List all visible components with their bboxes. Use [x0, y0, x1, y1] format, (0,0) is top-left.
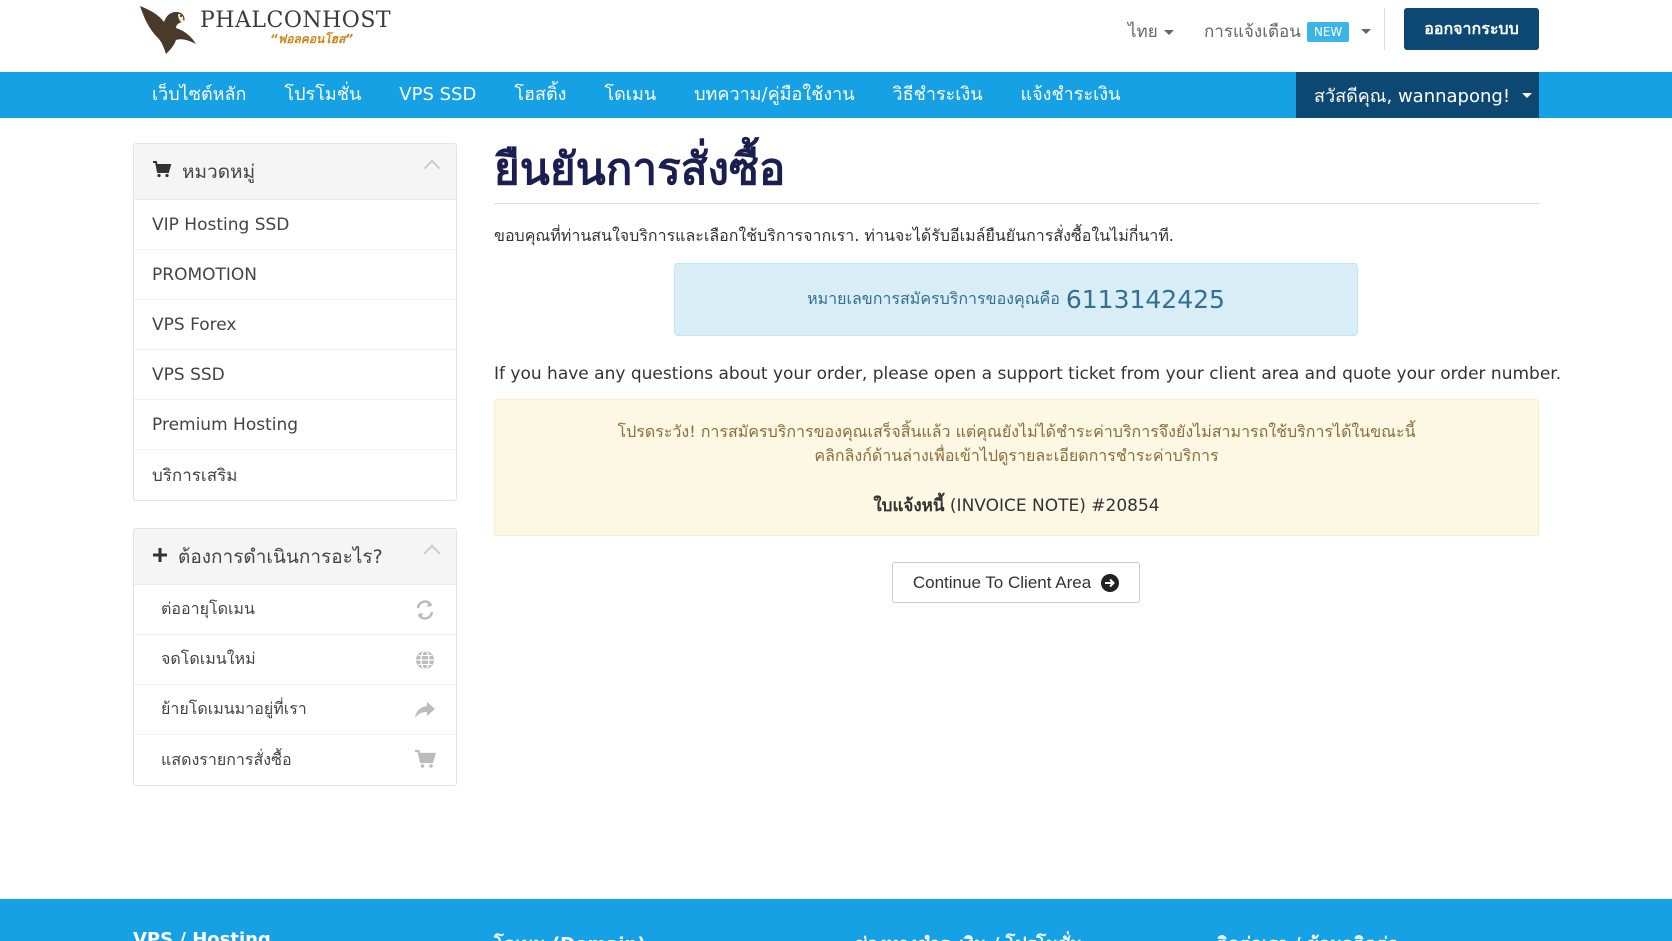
order-number: 6113142425 [1065, 285, 1225, 314]
warning-line-2: คลิกลิงก์ด้านล่างเพื่อเข้าไปดูรายละเอียด… [814, 446, 1219, 465]
main-navbar: เว็บไซต์หลัก โปรโมชั่น VPS SSD โฮสติ้ง โ… [0, 72, 1672, 118]
footer-heading: ติดต่อเรา / ข้อมูลติดต่อ [1216, 929, 1399, 941]
action-label: จดโดเมนใหม่ [161, 649, 256, 668]
actions-panel: ต้องการดำเนินการอะไร? ต่ออายุโดเมน จดโดเ… [133, 528, 457, 786]
action-label: แสดงรายการสั่งซื้อ [161, 749, 292, 769]
nav-item-payment-methods[interactable]: วิธีชำระเงิน [874, 72, 1002, 118]
actions-title: ต้องการดำเนินการอะไร? [178, 545, 383, 568]
plus-icon [152, 546, 168, 568]
action-label: ต่ออายุโดเมน [161, 599, 255, 618]
invoice-link[interactable]: ใบแจ้งหนี้ (INVOICE NOTE) #20854 [495, 492, 1538, 519]
site-logo[interactable]: PHALCONHOST “ฟอลคอนโฮส” [136, 0, 391, 56]
footer-heading: ช่องทางชำระเงิน / โปรโมชั่น [855, 929, 1082, 941]
action-view-cart[interactable]: แสดงรายการสั่งซื้อ [134, 735, 456, 785]
thank-you-message: ขอบคุณที่ท่านสนใจบริการและเลือกใช้บริการ… [494, 226, 1174, 245]
refresh-icon [414, 599, 436, 625]
arrow-right-circle-icon [1101, 573, 1120, 592]
main-content: ยืนยันการสั่งซื้อ ขอบคุณที่ท่านสนใจบริกา… [494, 136, 1561, 603]
user-menu-dropdown[interactable]: สวัสดีคุณ, wannapong! [1296, 72, 1539, 118]
category-item[interactable]: PROMOTION [134, 250, 456, 300]
chevron-down-icon [1163, 29, 1174, 35]
nav-item-articles[interactable]: บทความ/คู่มือใช้งาน [675, 72, 873, 118]
notifications-dropdown[interactable]: การแจ้งเตือน NEW [1204, 18, 1372, 45]
top-header: PHALCONHOST “ฟอลคอนโฮส” ไทย การแจ้งเตือน… [0, 0, 1672, 72]
nav-item-vps-ssd[interactable]: VPS SSD [380, 72, 495, 118]
logo-tagline: “ฟอลคอนโฮส” [270, 32, 354, 46]
language-label: ไทย [1128, 22, 1158, 42]
categories-panel-header[interactable]: หมวดหมู่ [134, 144, 456, 200]
globe-icon [414, 649, 436, 675]
nav-item-payment-notify[interactable]: แจ้งชำระเงิน [1002, 72, 1140, 118]
site-footer: VPS / Hosting โดเมน (Domain) ช่องทางชำระ… [0, 899, 1672, 941]
action-transfer-domain[interactable]: ย้ายโดเมนมาอยู่ที่เรา [134, 685, 456, 735]
notifications-label: การแจ้งเตือน [1204, 22, 1301, 42]
support-question-text: If you have any questions about your ord… [494, 364, 1562, 384]
logout-button[interactable]: ออกจากระบบ [1404, 8, 1539, 50]
nav-menu: เว็บไซต์หลัก โปรโมชั่น VPS SSD โฮสติ้ง โ… [133, 72, 1139, 118]
cart-icon [414, 749, 436, 773]
actions-panel-header[interactable]: ต้องการดำเนินการอะไร? [134, 529, 456, 585]
footer-heading: VPS / Hosting [133, 929, 271, 941]
category-item[interactable]: Premium Hosting [134, 400, 456, 450]
action-renew-domain[interactable]: ต่ออายุโดเมน [134, 585, 456, 635]
nav-item-domain[interactable]: โดเมน [585, 72, 675, 118]
category-item[interactable]: VPS SSD [134, 350, 456, 400]
share-arrow-icon [414, 699, 436, 725]
chevron-up-icon[interactable] [423, 544, 441, 562]
categories-title: หมวดหมู่ [182, 160, 256, 183]
invoice-label: ใบแจ้งหนี้ [873, 496, 945, 516]
nav-item-home[interactable]: เว็บไซต์หลัก [133, 72, 265, 118]
nav-item-hosting[interactable]: โฮสติ้ง [495, 72, 585, 118]
order-number-label: หมายเลขการสมัครบริการของคุณคือ [807, 289, 1060, 308]
chevron-down-icon [1361, 29, 1372, 34]
eagle-logo-icon [140, 6, 196, 54]
category-item[interactable]: VPS Forex [134, 300, 456, 350]
cart-icon [152, 160, 172, 183]
order-number-alert: หมายเลขการสมัครบริการของคุณคือ 611314242… [674, 263, 1358, 336]
footer-heading: โดเมน (Domain) [494, 929, 646, 941]
header-divider [1384, 8, 1385, 50]
warning-line-1: โปรดระวัง! การสมัครบริการของคุณเสร็จสิ้น… [617, 422, 1416, 441]
action-label: ย้ายโดเมนมาอยู่ที่เรา [161, 699, 307, 718]
nav-item-promotions[interactable]: โปรโมชั่น [265, 72, 380, 118]
invoice-number: (INVOICE NOTE) #20854 [944, 496, 1160, 516]
action-register-domain[interactable]: จดโดเมนใหม่ [134, 635, 456, 685]
chevron-down-icon [1522, 92, 1533, 98]
categories-panel: หมวดหมู่ VIP Hosting SSD PROMOTION VPS F… [133, 143, 457, 501]
language-dropdown[interactable]: ไทย [1128, 18, 1174, 45]
continue-label: Continue To Client Area [912, 572, 1092, 592]
page-title: ยืนยันการสั่งซื้อ [494, 136, 1539, 204]
chevron-up-icon[interactable] [423, 159, 441, 177]
category-item[interactable]: VIP Hosting SSD [134, 200, 456, 250]
new-badge: NEW [1306, 21, 1350, 42]
category-item[interactable]: บริการเสริม [134, 450, 456, 500]
user-greeting: สวัสดีคุณ, wannapong! [1314, 85, 1511, 107]
continue-to-client-area-button[interactable]: Continue To Client Area [892, 562, 1140, 603]
payment-warning-alert: โปรดระวัง! การสมัครบริการของคุณเสร็จสิ้น… [494, 399, 1539, 536]
